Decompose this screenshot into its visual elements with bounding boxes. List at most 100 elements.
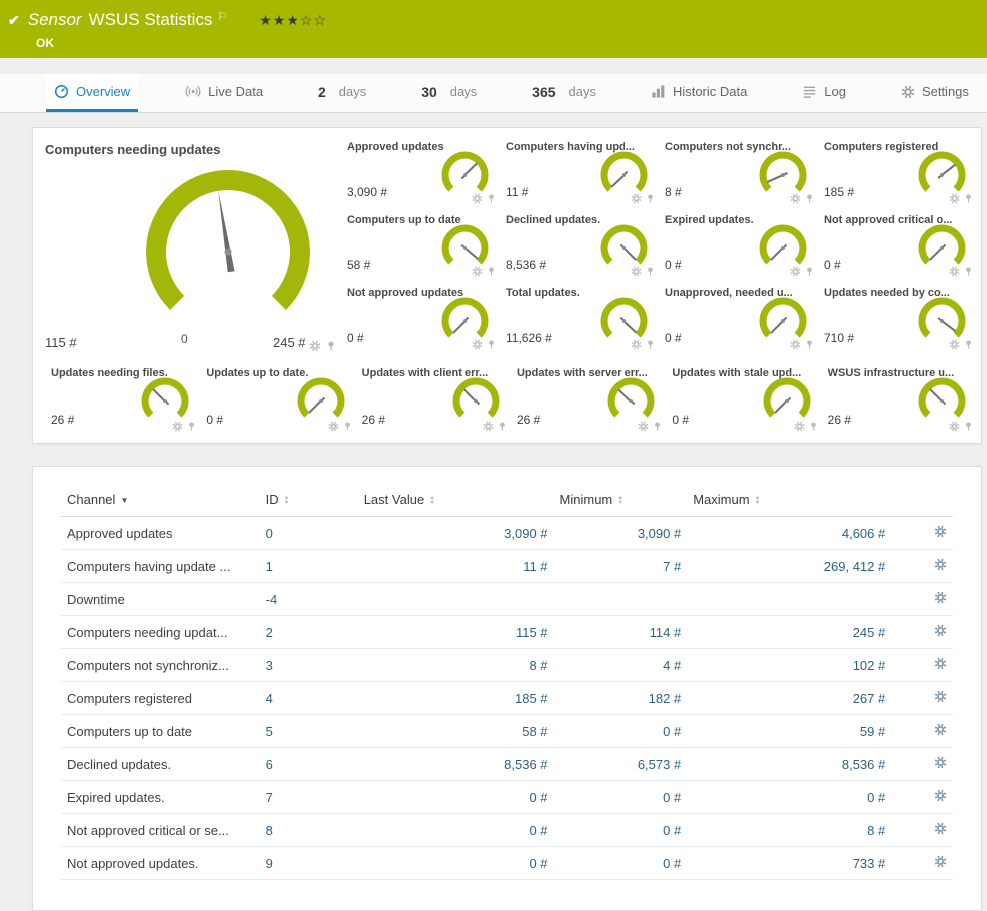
gauge-value: 8,536 #	[506, 258, 546, 272]
gear-icon	[934, 657, 947, 670]
gauge-card: Declined updates.8,536 #	[500, 209, 659, 282]
gauge-settings-button[interactable]	[309, 340, 321, 352]
tab-2-days[interactable]: 2days	[310, 74, 374, 112]
pin-icon	[804, 339, 815, 350]
gauge-settings-button[interactable]	[794, 421, 805, 432]
gauge-settings-button[interactable]	[949, 339, 960, 350]
gauge-pin-button[interactable]	[486, 266, 497, 277]
gear-icon	[483, 421, 494, 432]
tab-log[interactable]: Log	[794, 74, 854, 112]
gauge-pin-button[interactable]	[325, 340, 337, 352]
gauge-pin-button[interactable]	[186, 421, 197, 432]
gauge-settings-button[interactable]	[631, 193, 642, 204]
gauge-settings-button[interactable]	[790, 339, 801, 350]
gauge-pin-button[interactable]	[645, 266, 656, 277]
gauge-pin-button[interactable]	[963, 339, 974, 350]
channel-settings-button[interactable]	[934, 789, 947, 802]
gauge-pin-button[interactable]	[652, 421, 663, 432]
table-row[interactable]: Not approved updates.90 #0 #733 #	[61, 847, 953, 880]
tab-30-days[interactable]: 30days	[413, 74, 485, 112]
tab-live-data[interactable]: Live Data	[177, 74, 271, 112]
table-row[interactable]: Expired updates.70 #0 #0 #	[61, 781, 953, 814]
gauge-pin-button[interactable]	[963, 266, 974, 277]
priority-stars[interactable]: ★★★☆☆	[259, 12, 327, 29]
sort-icon: ▲▼	[755, 496, 761, 506]
tab-settings[interactable]: Settings	[893, 74, 977, 112]
table-row[interactable]: Downtime-4	[61, 583, 953, 616]
pin-icon	[486, 339, 497, 350]
table-row[interactable]: Computers up to date558 #0 #59 #	[61, 715, 953, 748]
gauge-settings-button[interactable]	[949, 193, 960, 204]
channel-settings-button[interactable]	[934, 657, 947, 670]
gauge-pin-button[interactable]	[808, 421, 819, 432]
gauge-bottom-row: Updates needing files.26 #Updates up to …	[33, 360, 981, 437]
gauge-settings-button[interactable]	[631, 339, 642, 350]
gauge-pin-button[interactable]	[497, 421, 508, 432]
gauge-pin-button[interactable]	[804, 193, 815, 204]
gauge-settings-button[interactable]	[172, 421, 183, 432]
column-header-last-value[interactable]: Last Value▲▼	[358, 483, 554, 517]
priority-flag-icon[interactable]: ⚐	[217, 10, 227, 23]
gauge-pin-button[interactable]	[486, 193, 497, 204]
page-title: WSUS Statistics	[89, 10, 213, 30]
channel-settings-button[interactable]	[934, 591, 947, 604]
table-row[interactable]: Computers needing updat...2115 #114 #245…	[61, 616, 953, 649]
status-badge: OK	[36, 36, 977, 50]
sensor-header: ✔ Sensor WSUS Statistics ⚐ ★★★☆☆ OK	[0, 0, 987, 58]
gauge-card: WSUS infrastructure u...26 #	[822, 362, 977, 437]
gauge-settings-button[interactable]	[472, 339, 483, 350]
table-row[interactable]: Computers not synchroniz...38 #4 #102 #	[61, 649, 953, 682]
gauge-pin-button[interactable]	[804, 266, 815, 277]
channel-id: 0	[260, 517, 358, 550]
gauge-settings-button[interactable]	[790, 193, 801, 204]
channel-settings-button[interactable]	[934, 558, 947, 571]
gauge-settings-button[interactable]	[328, 421, 339, 432]
table-row[interactable]: Computers registered4185 #182 #267 #	[61, 682, 953, 715]
gauge-pin-button[interactable]	[645, 193, 656, 204]
tab-365-days[interactable]: 365days	[524, 74, 604, 112]
gauge-settings-button[interactable]	[631, 266, 642, 277]
channel-settings-button[interactable]	[934, 690, 947, 703]
channel-settings-button[interactable]	[934, 525, 947, 538]
gauge-settings-button[interactable]	[472, 193, 483, 204]
gauge-settings-button[interactable]	[472, 266, 483, 277]
channel-settings-button[interactable]	[934, 855, 947, 868]
gauge-pin-button[interactable]	[804, 339, 815, 350]
tab-historic-data[interactable]: Historic Data	[643, 74, 755, 112]
gauge-pin-button[interactable]	[342, 421, 353, 432]
pin-icon	[804, 266, 815, 277]
channel-last-value: 0 #	[358, 781, 554, 814]
gauge-settings-button[interactable]	[949, 421, 960, 432]
gauge-value: 26 #	[517, 413, 540, 427]
gauge-pin-button[interactable]	[645, 339, 656, 350]
table-row[interactable]: Declined updates.68,536 #6,573 #8,536 #	[61, 748, 953, 781]
gauge-pin-button[interactable]	[963, 421, 974, 432]
channel-settings-button[interactable]	[934, 624, 947, 637]
channel-settings-button[interactable]	[934, 723, 947, 736]
gauge-pin-button[interactable]	[963, 193, 974, 204]
gauge-settings-button[interactable]	[790, 266, 801, 277]
channel-settings-button[interactable]	[934, 756, 947, 769]
channel-name: Not approved updates.	[61, 847, 260, 880]
channels-panel: Channel▼ ID▲▼ Last Value▲▼ Minimum▲▼ Max…	[32, 466, 982, 911]
column-header-channel[interactable]: Channel▼	[61, 483, 260, 517]
column-header-minimum[interactable]: Minimum▲▼	[554, 483, 688, 517]
channel-settings-button[interactable]	[934, 822, 947, 835]
table-row[interactable]: Not approved critical or se...80 #0 #8 #	[61, 814, 953, 847]
gauge-settings-button[interactable]	[949, 266, 960, 277]
table-row[interactable]: Approved updates03,090 #3,090 #4,606 #	[61, 517, 953, 550]
column-header-maximum[interactable]: Maximum▲▼	[687, 483, 891, 517]
gear-icon	[934, 789, 947, 802]
gauge-card: Updates needed by co...710 #	[818, 282, 977, 355]
channel-maximum: 0 #	[687, 781, 891, 814]
column-header-id[interactable]: ID▲▼	[260, 483, 358, 517]
log-icon	[802, 84, 817, 99]
gauge-settings-button[interactable]	[483, 421, 494, 432]
table-row[interactable]: Computers having update ...111 #7 #269, …	[61, 550, 953, 583]
tab-overview[interactable]: Overview	[46, 74, 138, 112]
gauge-settings-button[interactable]	[638, 421, 649, 432]
gear-icon	[934, 756, 947, 769]
gauge-pin-button[interactable]	[486, 339, 497, 350]
gauge	[915, 376, 969, 422]
gauge-value: 11,626 #	[506, 331, 552, 345]
